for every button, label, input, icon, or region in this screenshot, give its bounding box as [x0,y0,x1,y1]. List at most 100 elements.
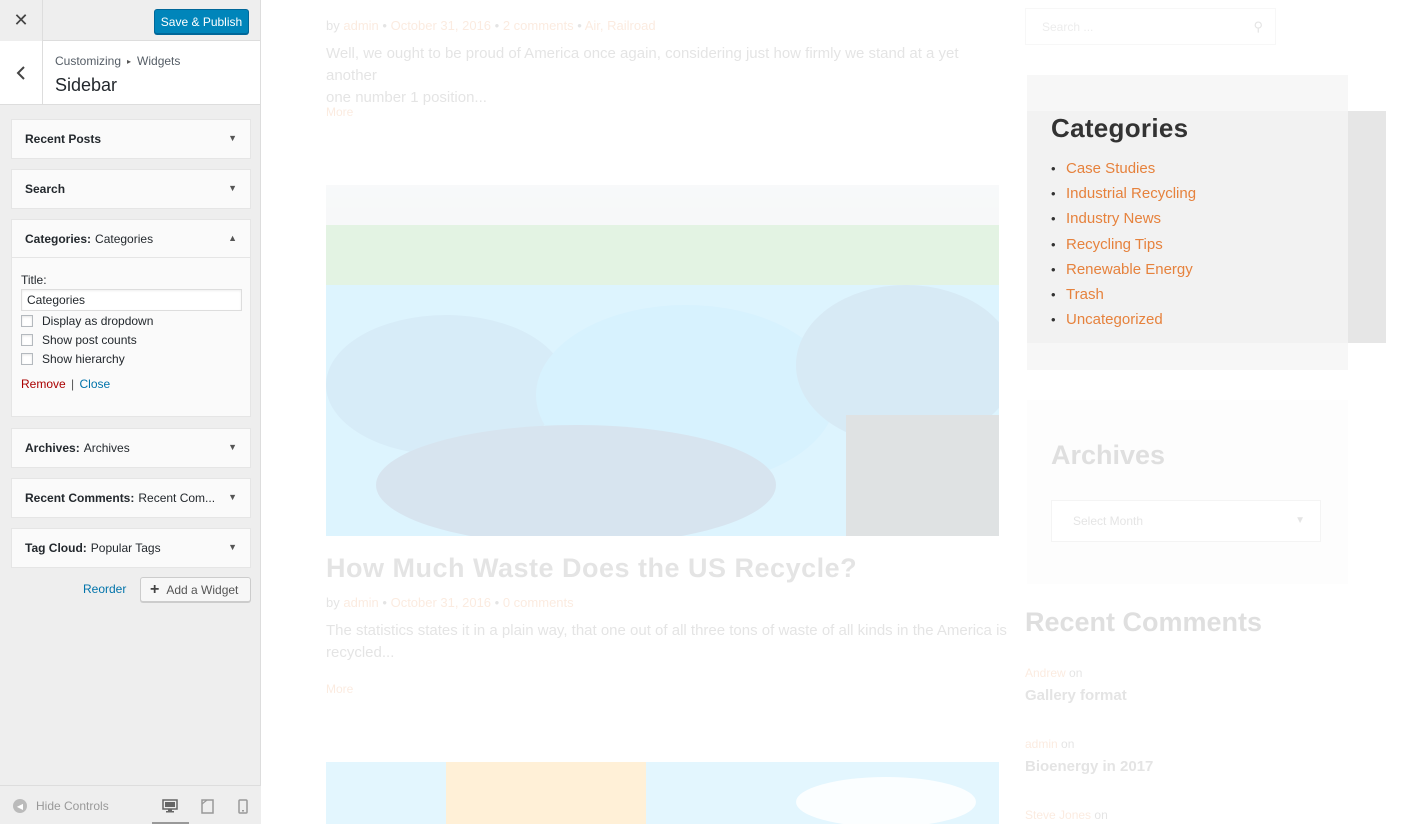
recent-comments-heading: Recent Comments [1025,607,1263,637]
meta-dot: • [577,18,585,33]
comment-author-link[interactable]: Andrew [1025,666,1066,680]
widget-tag-cloud[interactable]: Tag Cloud: Popular Tags ▼ [11,528,251,568]
widget-title: Tag Cloud: [25,541,87,555]
caret-down-icon[interactable]: ▼ [228,492,237,502]
meta-comments-link[interactable]: 0 comments [503,595,574,610]
tablet-preview-button[interactable] [197,796,217,816]
meta-date-link[interactable]: October 31, 2016 [391,595,491,610]
dropdown-checkbox[interactable] [21,314,33,327]
archives-month-select[interactable]: Select Month ▼ [1051,500,1321,542]
widget-search[interactable]: Search ▼ [11,169,251,209]
caret-down-icon[interactable]: ▼ [228,542,237,552]
bullet: • [1051,211,1056,227]
widget-header[interactable]: Archives: Archives ▼ [12,429,250,467]
recycling-bins-image [326,185,999,536]
more-link[interactable]: More [326,682,353,696]
option-show-counts: Show post counts [21,330,241,349]
excerpt-line: one number 1 position... [326,89,487,106]
customizer-panel: ✕ Save & Publish Customizing ▸ Widgets Sid… [0,0,261,824]
bullet: • [1051,312,1056,328]
widget-title: Recent Posts [25,132,102,146]
widget-title: Search [25,182,66,196]
remove-link[interactable]: Remove [21,377,66,391]
title-input[interactable] [21,289,242,311]
widget-header[interactable]: Categories: Categories ▲ [12,220,250,258]
widget-title: Recent Comments: [25,491,135,505]
widget-title: Archives: [25,441,80,455]
bullet: • [1051,161,1056,176]
more-link[interactable]: More [326,105,353,119]
excerpt-line: Well, we ought to be proud of America on… [326,45,959,84]
mobile-icon [238,798,248,814]
widget-recent-posts[interactable]: Recent Posts ▼ [11,119,251,159]
widget-subtitle: Recent Com... [138,491,216,505]
hide-controls-button[interactable]: ◀ Hide Controls [13,799,109,813]
comment-author-link[interactable]: admin [1025,737,1058,751]
search-icon[interactable]: ⚲ [1253,19,1263,35]
category-link[interactable]: Trash [1066,285,1104,305]
customizer-header: ✕ Save & Publish [0,0,260,41]
list-item: • Trash [1051,285,1196,310]
widget-recent-comments[interactable]: Recent Comments: Recent Com... ▼ [11,478,251,518]
post-featured-image[interactable] [326,185,999,536]
comment-author-line: Steve Jones on [1025,808,1108,822]
meta-tags-link[interactable]: Air, Railroad [585,18,656,33]
widget-header[interactable]: Search ▼ [12,170,250,208]
widget-header[interactable]: Recent Posts ▼ [12,120,250,158]
caret-down-icon[interactable]: ▼ [228,442,237,452]
meta-comments-link[interactable]: 2 comments [503,18,574,33]
category-link[interactable]: Uncategorized [1066,310,1163,330]
widget-archives[interactable]: Archives: Archives ▼ [11,428,251,468]
comment-post-link[interactable]: Gallery format [1025,687,1127,704]
meta-author-link[interactable]: admin [343,18,378,33]
categories-heading: Categories [1051,113,1189,143]
add-widget-button[interactable]: + Add a Widget [140,577,251,602]
widget-title: Categories: [25,231,92,246]
meta-author-link[interactable]: admin [343,595,378,610]
category-link[interactable]: Industry News [1066,209,1161,229]
hierarchy-checkbox[interactable] [21,352,33,365]
category-link[interactable]: Recycling Tips [1066,235,1163,255]
close-customizer-button[interactable]: ✕ [0,0,43,41]
caret-down-icon: ▼ [1295,515,1305,526]
separator: | [67,377,78,391]
breadcrumb-widgets: Widgets [137,54,181,68]
post-featured-image[interactable] [326,762,999,824]
category-link[interactable]: Case Studies [1066,159,1155,179]
comment-post-link[interactable]: Bioenergy in 2017 [1025,758,1153,775]
reorder-link[interactable]: Reorder [83,582,126,596]
post-meta: by admin • October 31, 2016 • 0 comments [326,595,574,610]
save-publish-button[interactable]: Save & Publish [154,9,249,34]
close-link[interactable]: Close [79,377,110,391]
caret-down-icon[interactable]: ▼ [228,133,237,143]
comment-author-link[interactable]: Steve Jones [1025,808,1091,822]
archives-heading: Archives [1051,440,1166,470]
list-item: • Industrial Recycling [1051,184,1196,209]
desktop-preview-button[interactable] [160,796,180,816]
post-excerpt: The statistics states it in a plain way,… [326,620,1016,664]
add-widget-label: Add a Widget [166,582,239,597]
customizer-footer: ◀ Hide Controls [0,785,261,824]
counts-checkbox[interactable] [21,333,33,346]
close-icon: ✕ [13,10,29,30]
excerpt-line: recycled... [326,644,395,661]
caret-up-icon[interactable]: ▲ [228,233,237,243]
meta-dot: • [494,595,503,610]
category-link[interactable]: Renewable Energy [1066,260,1193,280]
meta-date-link[interactable]: October 31, 2016 [391,18,491,33]
search-placeholder: Search ... [1042,19,1094,34]
categories-list: • Case Studies • Industrial Recycling • Ind… [1051,159,1196,335]
widget-form: Title: Display as dropdown Show post cou… [12,258,250,401]
widget-header[interactable]: Tag Cloud: Popular Tags ▼ [12,529,250,567]
back-button[interactable] [0,41,43,105]
list-item: • Recycling Tips [1051,235,1196,260]
categories-widget: Categories • Case Studies • Industrial Rec… [1027,111,1386,343]
category-link[interactable]: Industrial Recycling [1066,184,1196,204]
comment-author-line: Andrew on [1025,666,1082,680]
post-title-link[interactable]: How Much Waste Does the US Recycle? [326,553,857,584]
widget-header[interactable]: Recent Comments: Recent Com... ▼ [12,479,250,517]
caret-down-icon[interactable]: ▼ [228,183,237,193]
option-show-hierarchy: Show hierarchy [21,349,241,368]
mobile-preview-button[interactable] [233,796,253,816]
search-input[interactable]: Search ... ⚲ [1025,8,1276,45]
